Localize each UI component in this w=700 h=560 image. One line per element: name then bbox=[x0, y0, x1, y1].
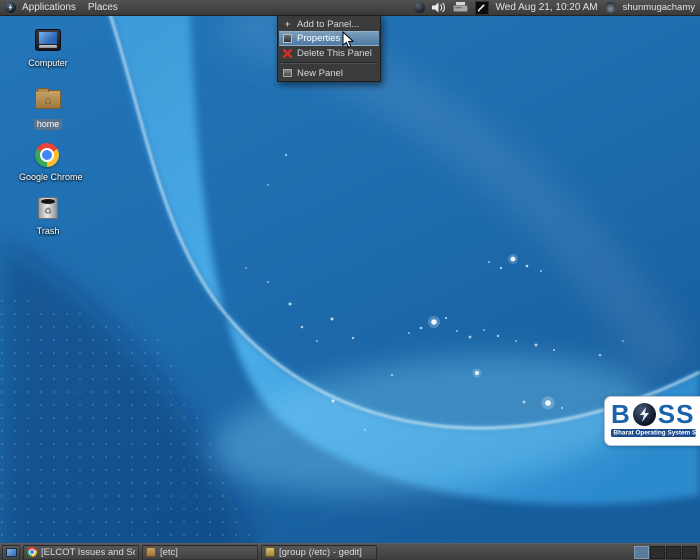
menu-item-new-panel[interactable]: New Panel bbox=[279, 66, 379, 80]
trash-icon: ♻ bbox=[38, 197, 58, 219]
logo-letter-b: B bbox=[611, 401, 631, 427]
top-panel: Applications Places Wed Aug 21, 10:20 AM… bbox=[0, 0, 700, 16]
task-button-elcot[interactable]: [ELCOT Issues and So... bbox=[23, 545, 139, 560]
desktop-icon-home[interactable]: ⌂ home bbox=[19, 85, 77, 130]
desktop-icon-google-chrome[interactable]: Google Chrome bbox=[19, 142, 77, 183]
task-button-etc[interactable]: [etc] bbox=[142, 545, 258, 560]
panel-context-menu: + Add to Panel... Properties Delete This… bbox=[277, 15, 381, 82]
workspace-2[interactable] bbox=[650, 546, 665, 559]
desktop-icon-trash[interactable]: ♻ Trash bbox=[19, 195, 77, 237]
task-label: [ELCOT Issues and So... bbox=[41, 547, 135, 558]
show-desktop-button[interactable] bbox=[2, 545, 20, 560]
system-tray: Wed Aug 21, 10:20 AM shunmugachamy bbox=[414, 1, 695, 15]
bottom-panel: [ELCOT Issues and So... [etc] [group (/e… bbox=[0, 543, 700, 560]
task-label: [etc] bbox=[160, 547, 178, 558]
computer-icon bbox=[35, 29, 61, 51]
boss-menu-icon[interactable] bbox=[5, 2, 16, 13]
icon-label: Computer bbox=[19, 58, 77, 69]
logo-letters-ss: SS bbox=[658, 401, 695, 427]
menu-item-label: New Panel bbox=[297, 68, 343, 79]
task-label: [group (/etc) - gedit] bbox=[279, 547, 362, 558]
boss-wallpaper-logo: B SS Bharat Operating System Solu bbox=[604, 396, 700, 446]
globe-lightning-icon bbox=[633, 403, 656, 426]
volume-icon[interactable] bbox=[432, 2, 446, 13]
task-button-gedit[interactable]: [group (/etc) - gedit] bbox=[261, 545, 377, 560]
menu-item-properties[interactable]: Properties bbox=[279, 31, 379, 46]
new-panel-icon bbox=[283, 69, 292, 78]
workspace-1[interactable] bbox=[634, 546, 649, 559]
folder-icon bbox=[146, 547, 156, 557]
show-desktop-icon bbox=[6, 548, 17, 557]
delete-x-icon bbox=[283, 49, 292, 58]
icon-label: home bbox=[34, 119, 63, 130]
input-method-pencil-icon[interactable] bbox=[475, 1, 489, 15]
user-orb-icon[interactable] bbox=[605, 2, 616, 13]
plus-icon: + bbox=[283, 20, 292, 29]
chrome-icon bbox=[27, 547, 37, 557]
menu-places[interactable]: Places bbox=[82, 0, 124, 15]
gedit-icon bbox=[265, 547, 275, 557]
menu-item-label: Properties bbox=[297, 33, 340, 44]
workspace-4[interactable] bbox=[682, 546, 697, 559]
menu-item-label: Add to Panel... bbox=[297, 19, 359, 30]
mouse-cursor bbox=[342, 31, 355, 49]
menu-item-label: Delete This Panel bbox=[297, 48, 372, 59]
menu-separator bbox=[280, 62, 378, 64]
properties-icon bbox=[283, 34, 292, 43]
menu-applications[interactable]: Applications bbox=[16, 0, 82, 15]
printer-icon[interactable] bbox=[453, 2, 468, 13]
menu-item-add-to-panel[interactable]: + Add to Panel... bbox=[279, 17, 379, 31]
icon-label: Google Chrome bbox=[19, 172, 77, 183]
workspace-3[interactable] bbox=[666, 546, 681, 559]
chrome-icon bbox=[35, 143, 59, 167]
username[interactable]: shunmugachamy bbox=[623, 2, 695, 13]
lightning-bolt-icon bbox=[7, 4, 14, 11]
status-orb-icon[interactable] bbox=[414, 2, 425, 13]
desktop-icon-computer[interactable]: Computer bbox=[19, 27, 77, 69]
icon-label: Trash bbox=[19, 226, 77, 237]
menu-item-delete-this-panel[interactable]: Delete This Panel bbox=[279, 46, 379, 60]
clock[interactable]: Wed Aug 21, 10:20 AM bbox=[496, 2, 598, 13]
logo-subtitle: Bharat Operating System Solu bbox=[611, 429, 696, 437]
workspace-switcher bbox=[634, 546, 697, 559]
home-folder-icon: ⌂ bbox=[35, 90, 61, 109]
desktop-wallpaper bbox=[0, 0, 700, 560]
